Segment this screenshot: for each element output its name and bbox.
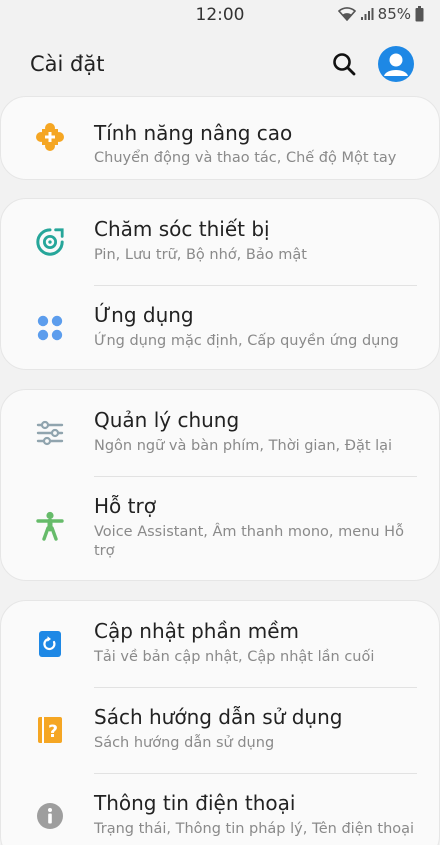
- device-care-icon: [35, 227, 65, 257]
- setting-subtitle: Pin, Lưu trữ, Bộ nhớ, Bảo mật: [94, 247, 307, 263]
- setting-item-advanced-features[interactable]: Tính năng nâng cao Chuyển động và thao t…: [1, 97, 439, 179]
- accessibility-icon: [35, 511, 65, 541]
- setting-subtitle: Ứng dụng mặc định, Cấp quyền ứng dụng: [94, 333, 399, 349]
- account-avatar-button[interactable]: [378, 46, 414, 82]
- setting-title: Tính năng nâng cao: [94, 121, 293, 145]
- page-title: Cài đặt: [30, 52, 105, 76]
- setting-subtitle: Chuyển động và thao tác, Chế độ Một tay: [94, 150, 397, 166]
- setting-item-device-care[interactable]: Chăm sóc thiết bị Pin, Lưu trữ, Bộ nhớ, …: [1, 199, 439, 285]
- setting-subtitle: Trạng thái, Thông tin pháp lý, Tên điện …: [94, 821, 415, 837]
- battery-percent: 85%: [377, 5, 411, 23]
- puzzle-plus-icon: [35, 122, 65, 152]
- apps-grid-icon: [35, 313, 65, 343]
- status-icons: 85%: [337, 5, 424, 23]
- status-time: 12:00: [195, 5, 245, 25]
- app-header: Cài đặt: [0, 38, 440, 92]
- setting-title: Ứng dụng: [94, 303, 194, 327]
- settings-card-software: Cập nhật phần mềm Tải về bản cập nhật, C…: [0, 600, 440, 845]
- settings-card-advanced: Tính năng nâng cao Chuyển động và thao t…: [0, 96, 440, 180]
- setting-item-user-manual[interactable]: ? Sách hướng dẫn sử dụng Sách hướng dẫn …: [1, 687, 439, 773]
- sliders-icon: [35, 418, 65, 448]
- wifi-icon: [337, 7, 356, 21]
- setting-item-apps[interactable]: Ứng dụng Ứng dụng mặc định, Cấp quyền ứn…: [1, 285, 439, 371]
- setting-subtitle: Sách hướng dẫn sử dụng: [94, 735, 275, 751]
- status-bar: 12:00 85%: [0, 0, 440, 30]
- search-button[interactable]: [330, 50, 358, 78]
- setting-item-general-management[interactable]: Quản lý chung Ngôn ngữ và bàn phím, Thời…: [1, 390, 439, 476]
- setting-subtitle: Voice Assistant, Âm thanh mono, menu Hỗ: [94, 524, 404, 540]
- setting-item-accessibility[interactable]: Hỗ trợ Voice Assistant, Âm thanh mono, m…: [1, 476, 439, 580]
- setting-subtitle: Tải về bản cập nhật, Cập nhật lần cuối: [94, 649, 375, 665]
- setting-title: Sách hướng dẫn sử dụng: [94, 705, 343, 729]
- battery-icon: [415, 6, 424, 22]
- user-icon: [384, 53, 408, 76]
- setting-subtitle: Ngôn ngữ và bàn phím, Thời gian, Đặt lại: [94, 438, 393, 454]
- setting-title: Chăm sóc thiết bị: [94, 217, 270, 241]
- svg-text:?: ?: [48, 722, 58, 742]
- setting-item-software-update[interactable]: Cập nhật phần mềm Tải về bản cập nhật, C…: [1, 601, 439, 687]
- settings-card-general: Quản lý chung Ngôn ngữ và bàn phím, Thời…: [0, 389, 440, 581]
- setting-title: Quản lý chung: [94, 408, 240, 432]
- setting-title: Thông tin điện thoại: [94, 791, 296, 815]
- search-icon: [333, 53, 356, 76]
- setting-subtitle-continued: trợ: [94, 543, 115, 559]
- info-icon: [35, 801, 65, 831]
- software-update-icon: [35, 629, 65, 659]
- setting-title: Cập nhật phần mềm: [94, 619, 300, 643]
- settings-card-device: Chăm sóc thiết bị Pin, Lưu trữ, Bộ nhớ, …: [0, 198, 440, 370]
- user-manual-icon: ?: [35, 715, 65, 745]
- setting-item-phone-info[interactable]: Thông tin điện thoại Trạng thái, Thông t…: [1, 773, 439, 845]
- setting-title: Hỗ trợ: [94, 494, 156, 518]
- signal-icon: [360, 7, 374, 21]
